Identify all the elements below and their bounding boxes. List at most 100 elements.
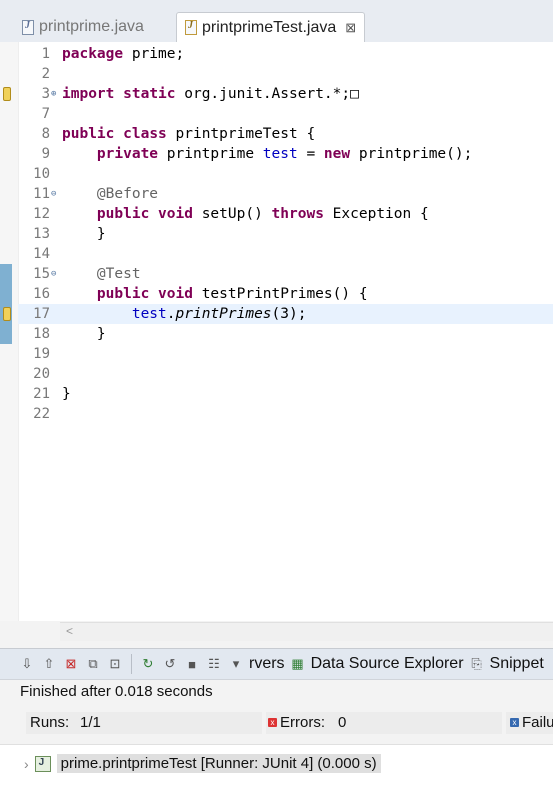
warning-marker-icon[interactable] <box>3 307 11 321</box>
line-number: 15 <box>33 266 50 282</box>
junit-counters: Runs: 1/1 x Errors: 0 x Failu <box>0 708 553 738</box>
code-line[interactable]: 9 private printprime test = new printpri… <box>18 144 553 164</box>
code-text: @Test <box>96 266 141 282</box>
code-line[interactable]: 21} <box>18 384 553 404</box>
junit-status: Finished after 0.018 seconds <box>20 683 213 700</box>
line-number: 2 <box>41 66 50 82</box>
runs-value: 1/1 <box>80 714 101 731</box>
line-number: 17 <box>33 306 50 322</box>
code-lines: 1 package prime; 2 3 ⊕ import static org.juni… <box>18 42 553 424</box>
tab-label: printprime.java <box>39 18 144 35</box>
runs-label: Runs: <box>30 714 70 731</box>
code-text: public void testPrintPrimes() { <box>96 286 368 302</box>
code-line[interactable]: 20 <box>18 364 553 384</box>
code-line[interactable]: 12 public void setUp() throws Exception … <box>18 204 553 224</box>
line-number: 7 <box>41 106 50 122</box>
error-icon: x <box>268 718 277 727</box>
line-number: 3 <box>41 86 50 102</box>
view-toolbar: ⇩ ⇧ ⊠ ⧉ ⊡ ↻ ↺ ■ ☷ ▾ rvers ▦ Data Source … <box>0 648 553 680</box>
show-failures-only-icon[interactable]: ⊠ <box>62 656 80 672</box>
scroll-left-icon[interactable]: < <box>66 624 73 638</box>
test-tree: › prime.printprimeTest [Runner: JUnit 4]… <box>0 744 553 801</box>
fold-toggle-icon[interactable]: ⊖ <box>51 184 56 204</box>
code-line[interactable]: 3 ⊕ import static org.junit.Assert.*;□ <box>18 84 553 104</box>
line-number: 20 <box>33 366 50 382</box>
code-line[interactable]: 7 <box>18 104 553 124</box>
next-failure-icon[interactable]: ⇩ <box>18 656 36 672</box>
failures-counter: x Failu <box>506 712 553 734</box>
line-number: 10 <box>33 166 50 182</box>
code-line[interactable]: 17 test.printPrimes(3); <box>18 304 553 324</box>
history-icon[interactable]: ☷ <box>205 656 223 672</box>
line-number: 1 <box>41 46 50 62</box>
code-line[interactable]: 22 <box>18 404 553 424</box>
errors-counter: x Errors: 0 <box>266 712 502 734</box>
rerun-failed-icon[interactable]: ↺ <box>161 656 179 672</box>
line-number: 22 <box>33 406 50 422</box>
dropdown-icon[interactable]: ▾ <box>227 656 245 672</box>
line-number: 21 <box>33 386 50 402</box>
snippets-tab[interactable]: Snippet <box>490 655 544 673</box>
runs-counter: Runs: 1/1 <box>26 712 262 734</box>
tab-printprime[interactable]: printprime.java <box>14 12 152 42</box>
editor-tab-bar: printprime.java printprimeTest.java ⊠ <box>0 0 553 43</box>
data-source-icon: ▦ <box>291 656 304 671</box>
code-line[interactable]: 15 ⊖ @Test <box>18 264 553 284</box>
scroll-lock-icon[interactable]: ⧉ <box>84 656 102 672</box>
code-text: public void setUp() throws Exception { <box>96 206 429 222</box>
annotation-ruler <box>0 42 19 621</box>
tab-label: printprimeTest.java <box>202 18 337 36</box>
code-text: } <box>62 226 106 242</box>
code-text: import static org.junit.Assert.*;□ <box>62 86 359 102</box>
line-number: 9 <box>41 146 50 162</box>
line-number: 12 <box>33 206 50 222</box>
data-source-explorer-tab[interactable]: Data Source Explorer <box>311 655 464 673</box>
code-line[interactable]: 16 public void testPrintPrimes() { <box>18 284 553 304</box>
horizontal-scrollbar[interactable]: < <box>60 622 553 641</box>
failures-label: Failu <box>522 714 553 731</box>
servers-tab[interactable]: rvers <box>249 655 285 673</box>
line-number: 11 <box>33 186 50 202</box>
line-number: 19 <box>33 346 50 362</box>
code-text: public class printprimeTest { <box>62 126 316 142</box>
code-line[interactable]: 11 ⊖ @Before <box>18 184 553 204</box>
code-line[interactable]: 1 package prime; <box>18 44 553 64</box>
code-line[interactable]: 10 <box>18 164 553 184</box>
tree-item-suite[interactable]: › prime.printprimeTest [Runner: JUnit 4]… <box>24 754 381 773</box>
snippets-icon: ⎘ <box>471 656 482 671</box>
code-text: package prime; <box>62 46 185 62</box>
warning-marker-icon[interactable] <box>3 87 11 101</box>
java-file-icon <box>185 20 197 35</box>
code-line[interactable]: 18 } <box>18 324 553 344</box>
code-line[interactable]: 8 public class printprimeTest { <box>18 124 553 144</box>
line-number: 18 <box>33 326 50 342</box>
line-number: 14 <box>33 246 50 262</box>
java-file-icon <box>22 19 34 35</box>
code-line[interactable]: 2 <box>18 64 553 84</box>
code-text: } <box>62 326 106 342</box>
fold-toggle-icon[interactable]: ⊕ <box>51 84 56 104</box>
code-text: test.printPrimes(3); <box>131 306 307 322</box>
code-text: } <box>62 386 71 402</box>
code-line[interactable]: 13 } <box>18 224 553 244</box>
errors-label: Errors: <box>280 714 325 731</box>
code-line[interactable]: 19 <box>18 344 553 364</box>
line-number: 8 <box>41 126 50 142</box>
fold-toggle-icon[interactable]: ⊖ <box>51 264 56 284</box>
code-text: private printprime test = new printprime… <box>96 146 473 162</box>
code-line[interactable]: 14 <box>18 244 553 264</box>
test-suite-icon <box>34 755 51 772</box>
coverage-bar <box>0 264 12 344</box>
expand-chevron-icon[interactable]: › <box>24 756 29 772</box>
close-icon[interactable]: ⊠ <box>345 20 356 36</box>
line-number: 13 <box>33 226 50 242</box>
previous-failure-icon[interactable]: ⇧ <box>40 656 58 672</box>
code-text: @Before <box>96 186 159 202</box>
separator <box>131 654 132 674</box>
stop-icon[interactable]: ■ <box>183 657 201 672</box>
code-editor[interactable]: 1 package prime; 2 3 ⊕ import static org.juni… <box>0 42 553 621</box>
lock-icon[interactable]: ⊡ <box>106 656 124 672</box>
rerun-test-icon[interactable]: ↻ <box>139 656 157 672</box>
tab-printprimetest[interactable]: printprimeTest.java ⊠ <box>176 12 366 42</box>
tree-item-label: prime.printprimeTest [Runner: JUnit 4] (… <box>56 754 381 773</box>
